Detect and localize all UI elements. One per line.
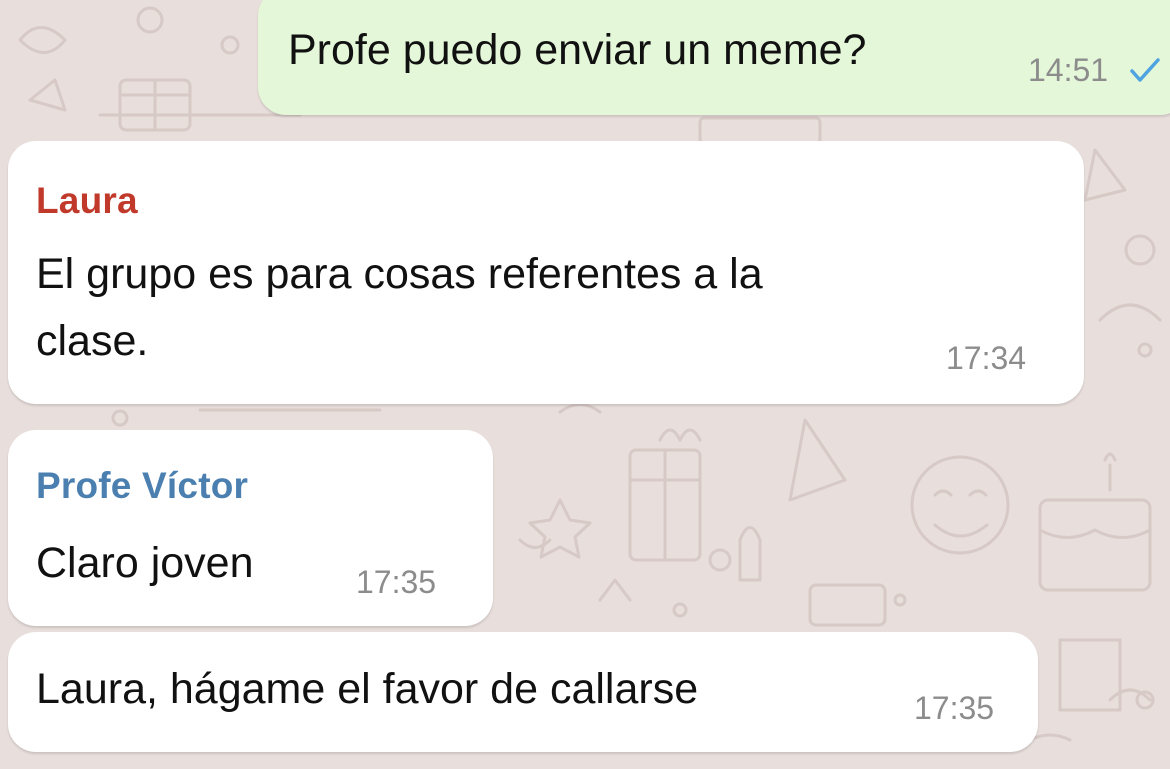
- message-bubble-incoming[interactable]: Laura El grupo es para cosas referentes …: [8, 141, 1084, 404]
- check-icon: [1130, 58, 1160, 82]
- message-bubble-incoming[interactable]: Profe Víctor Claro joven 17:35: [8, 430, 493, 626]
- message-text: Laura, hágame el favor de callarse: [36, 665, 699, 713]
- message-timestamp: 17:35: [356, 564, 437, 600]
- message-text-line-1: El grupo es para cosas referentes a la: [36, 250, 763, 298]
- message-timestamp: 17:34: [946, 340, 1027, 376]
- message-timestamp: 14:51: [1028, 52, 1109, 88]
- message-timestamp: 17:35: [914, 690, 995, 726]
- message-text-line-2: clase.: [36, 317, 149, 365]
- sender-name: Profe Víctor: [36, 465, 249, 506]
- message-text: Claro joven: [36, 539, 254, 587]
- message-bubble-incoming[interactable]: Laura, hágame el favor de callarse 17:35: [8, 632, 1038, 752]
- message-text: Profe puedo enviar un meme?: [288, 26, 867, 74]
- message-bubble-outgoing[interactable]: Profe puedo enviar un meme? 14:51: [258, 0, 1170, 115]
- sender-name: Laura: [36, 180, 138, 221]
